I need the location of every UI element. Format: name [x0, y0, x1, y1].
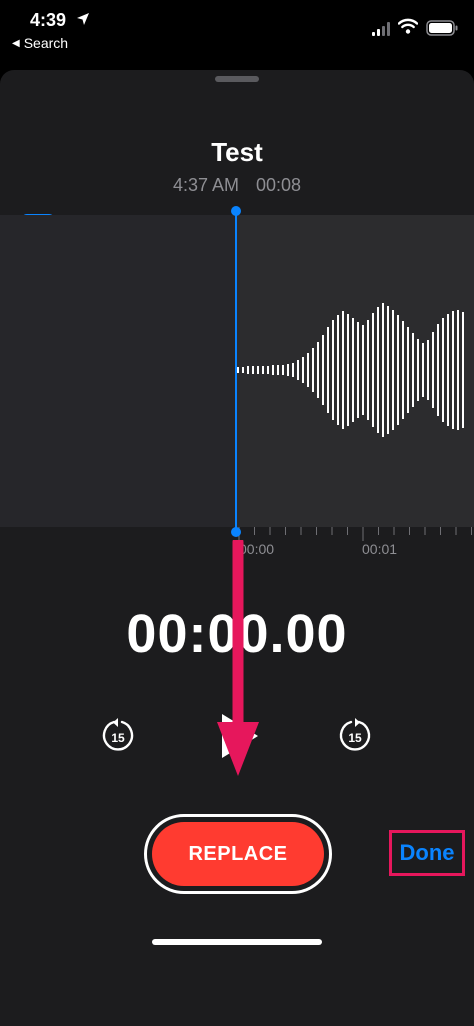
playhead-top-handle[interactable]: [231, 206, 241, 216]
audio-waveform: [237, 303, 464, 437]
playhead-bottom-handle[interactable]: [231, 527, 241, 537]
status-time: 4:39: [30, 10, 67, 30]
recording-title: Test: [211, 137, 263, 167]
replace-button[interactable]: REPLACE: [152, 822, 324, 886]
skip-forward-15-icon[interactable]: 15: [337, 718, 373, 754]
back-arrow-icon: ◀: [12, 37, 20, 49]
skip-back-label: 15: [111, 731, 125, 745]
recording-duration: 00:08: [256, 175, 302, 195]
timeline-label-one-second: 00:01: [362, 541, 398, 557]
waveform-area[interactable]: [0, 215, 474, 527]
home-indicator[interactable]: [152, 939, 322, 945]
sheet-grabber[interactable]: [215, 76, 259, 82]
recording-time: 4:37 AM: [172, 175, 239, 195]
battery-icon: [426, 20, 458, 36]
annotation-arrow-icon: [217, 540, 259, 776]
status-bar: 4:39 ◀ Search: [0, 0, 474, 70]
done-button[interactable]: Done: [394, 839, 461, 867]
cellular-signal-icon: [372, 22, 390, 36]
playhead[interactable]: [235, 212, 237, 532]
back-to-search-link[interactable]: ◀ Search: [12, 35, 68, 51]
skip-back-15-icon[interactable]: 15: [100, 718, 136, 754]
location-arrow-icon: [77, 13, 89, 25]
back-label: Search: [23, 35, 69, 51]
replace-button-ring: REPLACE: [144, 814, 332, 894]
wifi-icon: [398, 18, 418, 34]
done-highlight-box: Done: [389, 830, 465, 876]
skip-forward-label: 15: [348, 731, 362, 745]
recording-subtitle: 4:37 AM 00:08: [0, 175, 474, 196]
